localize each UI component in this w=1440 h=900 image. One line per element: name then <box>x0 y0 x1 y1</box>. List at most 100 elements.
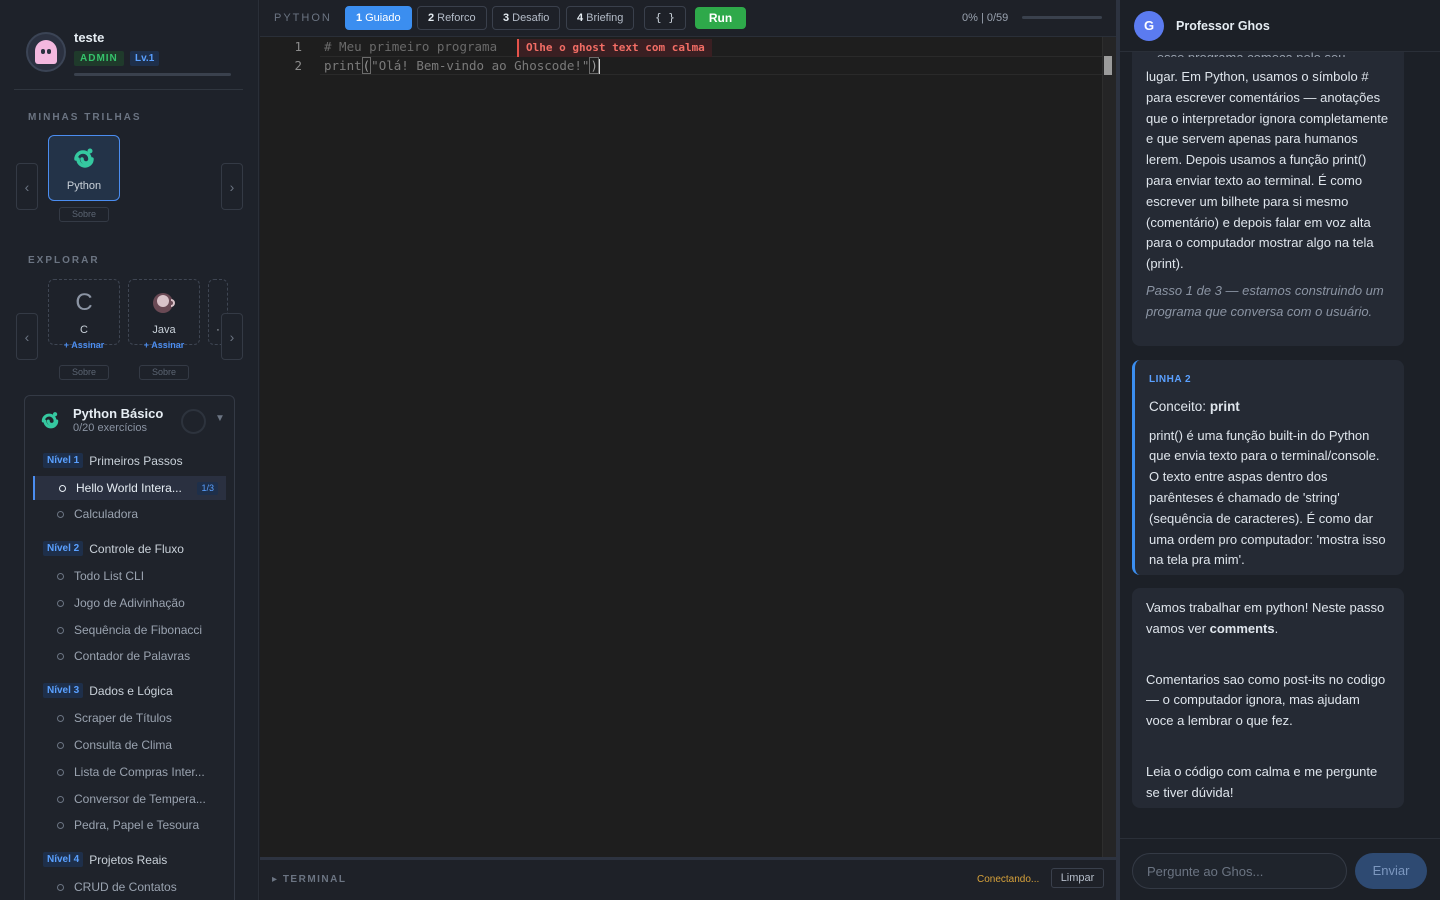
code-line-2[interactable]: print("Olá! Bem-vindo ao Ghoscode!") <box>324 57 600 74</box>
exercise-item[interactable]: Lista de Compras Inter... <box>33 760 226 784</box>
caret-right-icon: ▸ <box>272 874 283 885</box>
code-function: print <box>324 58 362 73</box>
python-icon <box>49 146 119 172</box>
progress-bar <box>1022 16 1102 19</box>
exercise-item[interactable]: Conversor de Tempera... <box>33 787 226 811</box>
track-card-python[interactable]: Python <box>48 135 120 201</box>
circle-icon <box>57 769 64 776</box>
format-button[interactable]: { } <box>644 6 686 30</box>
exercise-item[interactable]: Contador de Palavras <box>33 644 226 668</box>
concept-label: Conceito: <box>1149 398 1207 414</box>
line-number: 1 <box>294 39 302 54</box>
subscribe-link[interactable]: + Assinar <box>49 340 119 350</box>
circle-icon <box>57 796 64 803</box>
track-name: Java <box>152 324 176 336</box>
chevron-down-icon[interactable]: ▼ <box>215 413 225 424</box>
editor-scrollbar[interactable] <box>1102 37 1116 857</box>
course-progress: 0/20 exercícios <box>73 422 147 434</box>
circle-icon <box>57 573 64 580</box>
level-header[interactable]: Nível 2 Controle de Fluxo <box>43 540 184 557</box>
level-header[interactable]: Nível 4 Projetos Reais <box>43 851 168 868</box>
line-explanation-card: LINHA 2 Conceito: print print() é uma fu… <box>1132 360 1404 575</box>
chat-message: ...esse programa começa pelo seu primeir… <box>1132 34 1404 346</box>
concept-title: Conceito: print <box>1149 397 1390 418</box>
exercise-label: Conversor de Tempera... <box>74 792 206 806</box>
mode-label: Briefing <box>586 12 624 24</box>
track-about-button[interactable]: Sobre <box>59 365 109 380</box>
code-editor[interactable]: 1 2 # Meu primeiro programa print("Olá! … <box>260 37 1116 857</box>
exercise-label: Todo List CLI <box>74 569 145 583</box>
circle-icon <box>57 600 64 607</box>
xp-bar <box>74 73 231 76</box>
progress-text: 0% | 0/59 <box>962 12 1009 24</box>
level-header[interactable]: Nível 1 Primeiros Passos <box>43 452 183 469</box>
explore-title: EXPLORAR <box>28 255 100 266</box>
circle-icon <box>57 653 64 660</box>
tracks-prev-button[interactable]: ‹ <box>16 163 38 210</box>
circle-icon <box>57 822 64 829</box>
tracks-next-button[interactable]: › <box>221 163 243 210</box>
username: teste <box>74 30 105 45</box>
level-tag: Nível 2 <box>43 541 84 557</box>
terminal-status: Conectando... <box>977 874 1040 885</box>
track-about-button[interactable]: Sobre <box>139 365 189 380</box>
exercise-item[interactable]: Consulta de Clima <box>33 733 226 757</box>
terminal-toggle[interactable]: ▸ TERMINAL <box>272 874 346 885</box>
exercise-label: Lista de Compras Inter... <box>74 765 205 779</box>
mode-briefing-button[interactable]: 4 Briefing <box>566 6 635 30</box>
explore-next-button[interactable]: › <box>221 313 243 360</box>
chat-header: G Professor Ghos <box>1120 0 1440 52</box>
exercise-item[interactable]: Scraper de Títulos <box>33 706 226 730</box>
level-header[interactable]: Nível 3 Dados e Lógica <box>43 682 173 699</box>
track-card-java[interactable]: Java + Assinar <box>128 279 200 350</box>
chat-input[interactable] <box>1132 853 1347 889</box>
scroll-thumb[interactable] <box>1104 56 1112 75</box>
circle-icon <box>59 485 66 492</box>
message-text: lugar. Em Python, usamos o símbolo # par… <box>1146 69 1389 272</box>
exercise-item[interactable]: Jogo de Adivinhação <box>33 591 226 615</box>
exercise-item[interactable]: Hello World Intera... 1/3 <box>33 476 226 500</box>
text-cursor <box>598 59 600 74</box>
track-about-button[interactable]: Sobre <box>59 207 109 222</box>
exercise-label: CRUD de Contatos <box>74 880 177 894</box>
level-name: Dados e Lógica <box>89 683 173 698</box>
progress-ring <box>181 409 206 434</box>
mode-number: 1 <box>356 12 363 24</box>
send-button[interactable]: Enviar <box>1355 853 1427 889</box>
exercise-item[interactable]: CRUD de Contatos <box>33 875 226 899</box>
chat-footer: Enviar <box>1120 838 1440 900</box>
chat-message: Vamos trabalhar em python! Neste passo v… <box>1132 588 1404 808</box>
exercise-item[interactable]: Calculadora <box>33 502 226 526</box>
exercise-label: Hello World Intera... <box>76 481 182 495</box>
ghost-hint: Olhe o ghost text com calma <box>517 39 712 57</box>
run-button[interactable]: Run <box>695 7 746 29</box>
subscribe-link[interactable]: + Assinar <box>129 340 199 350</box>
exercise-item[interactable]: Sequência de Fibonacci <box>33 618 226 642</box>
code-string: "Olá! Bem-vindo ao Ghoscode!" <box>371 58 590 73</box>
track-card-c[interactable]: C C + Assinar <box>48 279 120 350</box>
level-name: Primeiros Passos <box>89 453 183 468</box>
avatar[interactable] <box>26 32 66 72</box>
exercise-item[interactable]: Pedra, Papel e Tesoura <box>33 813 226 837</box>
clear-terminal-button[interactable]: Limpar <box>1051 868 1104 888</box>
editor-toolbar: PYTHON 1 Guiado 2 Reforco 3 Desafio 4 Briefi… <box>260 0 1116 37</box>
keyword: comments <box>1209 620 1275 636</box>
circle-icon <box>57 884 64 891</box>
mode-challenge-button[interactable]: 3 Desafio <box>492 6 561 30</box>
mode-guided-button[interactable]: 1 Guiado <box>345 6 412 30</box>
circle-icon <box>57 742 64 749</box>
level-name: Controle de Fluxo <box>89 541 184 556</box>
assistant-name: Professor Ghos <box>1176 19 1270 33</box>
user-profile[interactable]: teste ADMIN Lv.1 <box>26 28 246 78</box>
message-text: print() é uma função built-in do Python … <box>1149 427 1386 568</box>
explore-prev-button[interactable]: ‹ <box>16 313 38 360</box>
level-name: Projetos Reais <box>89 852 168 867</box>
code-line-1[interactable]: # Meu primeiro programa <box>324 39 497 54</box>
message-text: Leia o código com calma e me pergunte se… <box>1146 763 1378 800</box>
level-tag: Nível 4 <box>43 852 84 868</box>
exercise-item[interactable]: Todo List CLI <box>33 564 226 588</box>
circle-icon <box>57 715 64 722</box>
circle-icon <box>57 511 64 518</box>
exercise-label: Jogo de Adivinhação <box>74 596 185 610</box>
mode-reinforce-button[interactable]: 2 Reforco <box>417 6 487 30</box>
